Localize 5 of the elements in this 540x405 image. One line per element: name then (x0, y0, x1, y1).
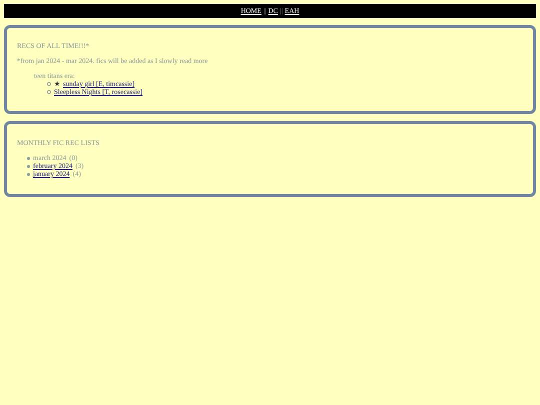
circle-bullet-icon (47, 90, 51, 94)
bullet-icon (27, 156, 30, 160)
circle-bullet-icon (47, 82, 51, 86)
bullet-icon (27, 164, 30, 168)
bullet-icon (27, 172, 30, 176)
